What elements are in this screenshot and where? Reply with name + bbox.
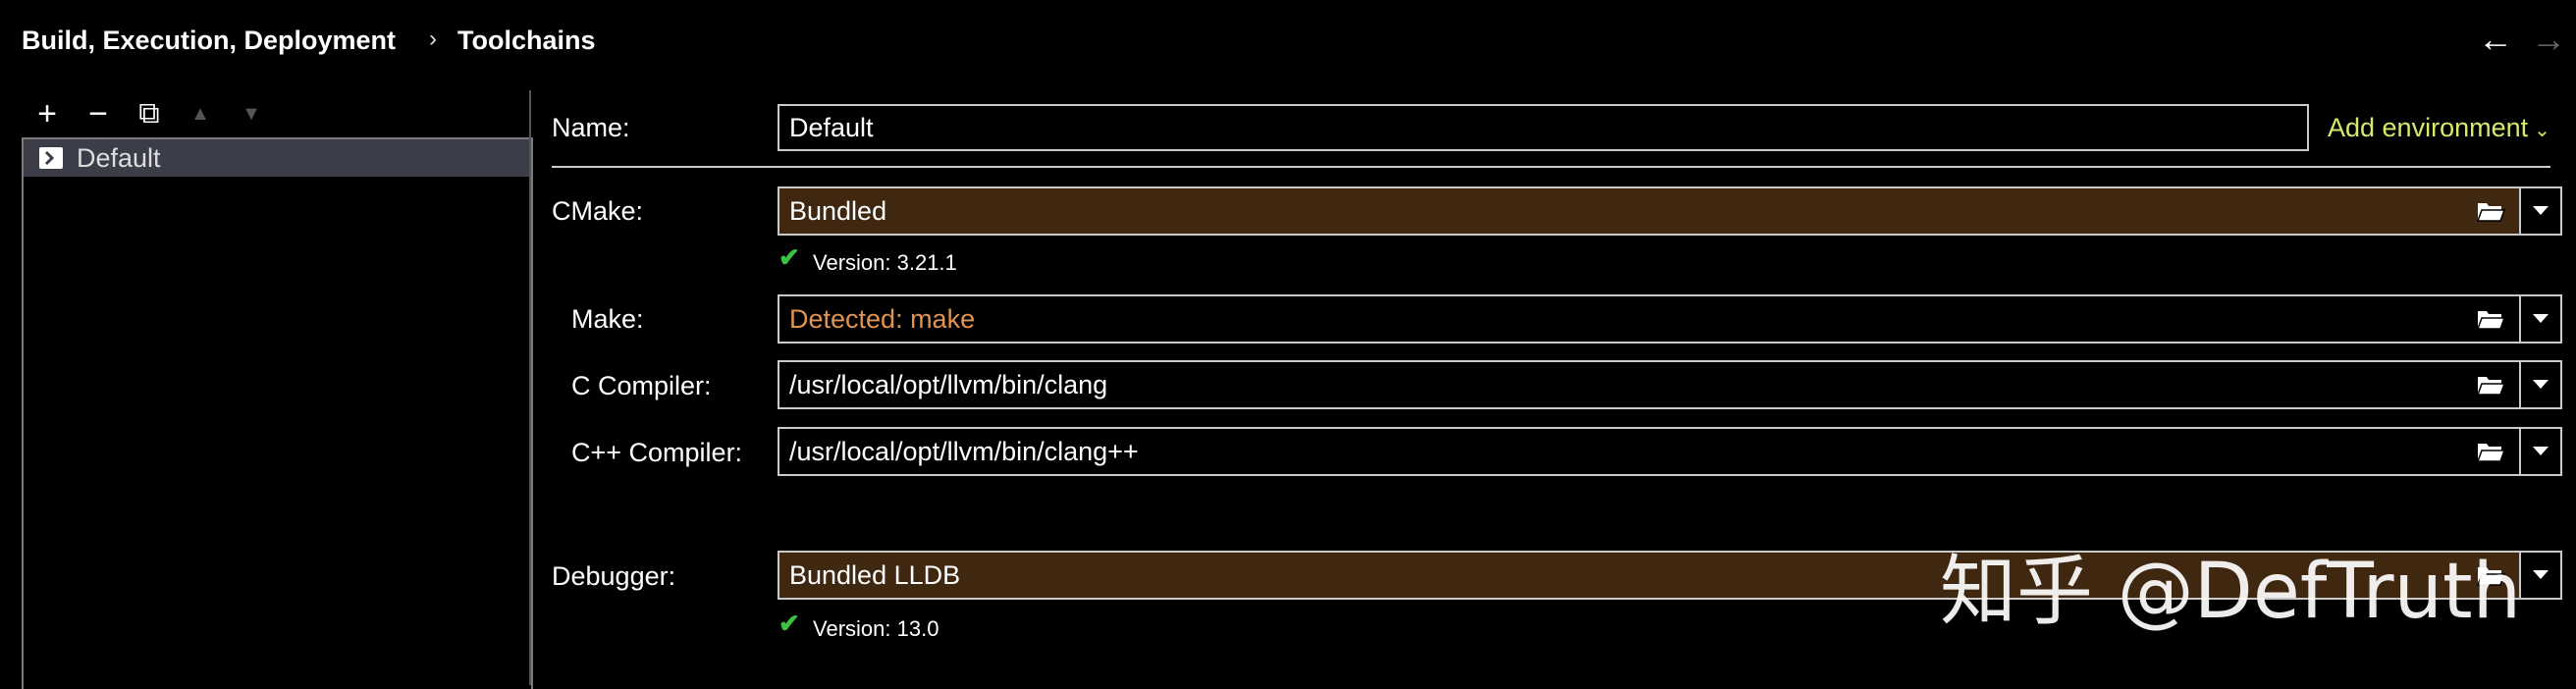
list-item[interactable]: Default bbox=[24, 139, 531, 177]
folder-open-icon[interactable] bbox=[2456, 360, 2525, 409]
name-input[interactable]: Default bbox=[778, 104, 2309, 151]
cpp-compiler-dropdown-button[interactable] bbox=[2519, 427, 2562, 476]
breadcrumb-current: Toolchains bbox=[457, 26, 596, 55]
dropdown-arrow-icon bbox=[2533, 447, 2549, 455]
dropdown-arrow-icon bbox=[2533, 314, 2549, 323]
cmake-dropdown-button[interactable] bbox=[2519, 186, 2562, 236]
make-label: Make: bbox=[571, 304, 644, 334]
cpp-compiler-field[interactable]: /usr/local/opt/llvm/bin/clang++ bbox=[778, 427, 2521, 476]
move-up-icon[interactable]: ▲ bbox=[179, 94, 222, 133]
toolchain-list: Default bbox=[22, 137, 533, 689]
check-icon: ✔ bbox=[778, 609, 800, 638]
folder-open-icon[interactable] bbox=[2456, 186, 2525, 236]
make-field[interactable]: Detected: make bbox=[778, 294, 2521, 344]
cmake-version-text: Version: 3.21.1 bbox=[813, 250, 957, 275]
back-arrow-icon[interactable]: ← bbox=[2478, 20, 2513, 59]
check-icon: ✔ bbox=[778, 242, 800, 272]
move-down-icon[interactable]: ▼ bbox=[230, 94, 273, 133]
folder-open-icon[interactable] bbox=[2456, 427, 2525, 476]
copy-icon[interactable]: ⧉ bbox=[128, 94, 171, 133]
terminal-icon bbox=[39, 147, 63, 169]
dropdown-arrow-icon bbox=[2533, 570, 2549, 579]
c-compiler-field[interactable]: /usr/local/opt/llvm/bin/clang bbox=[778, 360, 2521, 409]
chevron-down-icon: ⌄ bbox=[2534, 120, 2550, 141]
add-environment-link[interactable]: Add environment ⌄ bbox=[2328, 113, 2550, 143]
dropdown-arrow-icon bbox=[2533, 380, 2549, 389]
cmake-field[interactable]: Bundled bbox=[778, 186, 2521, 236]
breadcrumb-parent[interactable]: Build, Execution, Deployment bbox=[22, 26, 396, 56]
add-environment-label: Add environment bbox=[2328, 113, 2529, 142]
divider bbox=[552, 166, 2550, 168]
c-compiler-dropdown-button[interactable] bbox=[2519, 360, 2562, 409]
name-label: Name: bbox=[552, 113, 630, 142]
debugger-version-text: Version: 13.0 bbox=[813, 616, 939, 641]
dropdown-arrow-icon bbox=[2533, 206, 2549, 215]
watermark-text: 知乎 @DefTruth bbox=[1940, 548, 2522, 636]
remove-icon[interactable]: − bbox=[77, 94, 120, 133]
cmake-label: CMake: bbox=[552, 196, 644, 226]
add-icon[interactable]: + bbox=[26, 94, 69, 133]
make-dropdown-button[interactable] bbox=[2519, 294, 2562, 344]
debugger-dropdown-button[interactable] bbox=[2519, 551, 2562, 600]
splitter[interactable] bbox=[529, 90, 531, 685]
list-item-label: Default bbox=[77, 143, 161, 173]
folder-open-icon[interactable] bbox=[2456, 294, 2525, 344]
breadcrumb-separator: › bbox=[429, 26, 437, 52]
cpp-compiler-label: C++ Compiler: bbox=[571, 438, 743, 467]
debugger-label: Debugger: bbox=[552, 561, 676, 591]
c-compiler-label: C Compiler: bbox=[571, 371, 712, 400]
forward-arrow-icon[interactable]: → bbox=[2531, 20, 2566, 59]
